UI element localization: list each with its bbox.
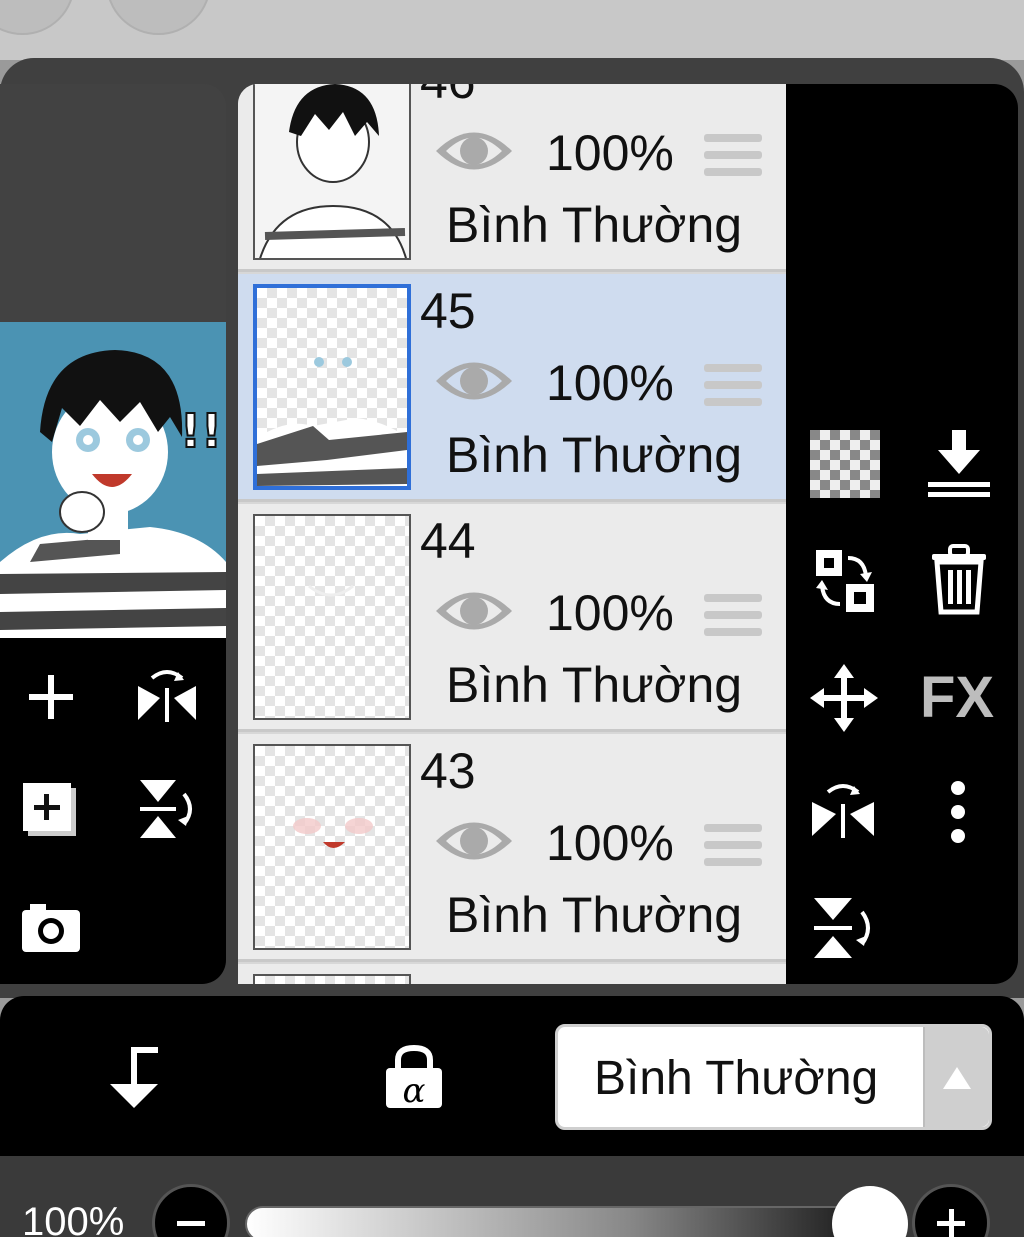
duplicate-layer-icon[interactable]	[20, 780, 82, 842]
drag-handle-icon[interactable]	[704, 824, 762, 872]
canvas-preview[interactable]: !!	[0, 322, 226, 640]
layer-opacity: 100%	[546, 125, 674, 181]
layer-blend-mode: Bình Thường	[446, 657, 743, 713]
layer-thumbnail-art	[308, 584, 354, 597]
opacity-decrease-button[interactable]	[152, 1184, 230, 1237]
layer-thumbnail-art	[257, 357, 407, 486]
move-icon[interactable]	[810, 664, 878, 732]
layer-thumbnail[interactable]	[253, 974, 411, 984]
opacity-slider-track[interactable]	[245, 1206, 885, 1237]
drag-handle-icon[interactable]	[704, 594, 762, 642]
layer-thumbnail[interactable]	[253, 284, 411, 490]
swap-layer-icon[interactable]	[812, 546, 878, 616]
layer-thumbnail[interactable]	[253, 744, 411, 950]
layer-thumbnail-art	[255, 84, 409, 258]
merge-down-icon[interactable]	[924, 428, 994, 500]
fx-icon[interactable]: FX	[920, 664, 994, 731]
blend-mode-dropdown[interactable]: Bình Thường	[555, 1024, 992, 1130]
right-toolbar	[786, 84, 1018, 984]
visibility-eye-icon[interactable]	[434, 586, 514, 636]
layer-row[interactable]: 44 100% Bình Thường	[238, 504, 786, 732]
minus-icon	[177, 1221, 205, 1226]
transparency-checker-icon[interactable]	[810, 430, 880, 498]
layer-row[interactable]: 43 100% Bình Thường	[238, 734, 786, 962]
layer-thumbnail-art	[293, 818, 373, 848]
alpha-lock-icon[interactable]: α	[384, 1044, 444, 1110]
layer-list[interactable]: 46 100% Bình Thường 45 100% Bình Thường	[238, 84, 786, 984]
top-second-button[interactable]	[106, 0, 211, 35]
layer-opacity: 100%	[546, 355, 674, 411]
drag-handle-icon[interactable]	[704, 364, 762, 412]
drag-handle-icon[interactable]	[704, 134, 762, 182]
svg-text:α: α	[403, 1071, 426, 1110]
layer-number: 46	[420, 84, 476, 110]
layer-opacity: 100%	[546, 585, 674, 641]
opacity-slider-value: 100%	[22, 1200, 125, 1237]
camera-icon[interactable]	[20, 900, 82, 954]
visibility-eye-icon[interactable]	[434, 816, 514, 866]
layer-number: 43	[420, 743, 476, 799]
layer-row[interactable]: 46 100% Bình Thường	[238, 84, 786, 272]
trash-icon[interactable]	[928, 544, 990, 616]
blend-mode-value: Bình Thường	[594, 1052, 879, 1105]
layer-thumbnail[interactable]	[253, 84, 411, 260]
layer-blend-mode: Bình Thường	[446, 427, 743, 483]
visibility-eye-icon[interactable]	[434, 356, 514, 406]
svg-text:!!: !!	[180, 404, 222, 458]
more-options-icon[interactable]	[938, 776, 978, 848]
add-layer-icon[interactable]	[22, 668, 80, 726]
flip-vertical-icon[interactable]	[134, 776, 200, 842]
flip-horizontal-icon-right[interactable]	[808, 776, 878, 846]
layer-row-partial[interactable]	[238, 964, 786, 984]
layer-blend-mode: Bình Thường	[446, 887, 743, 943]
chevron-up-icon	[943, 1067, 971, 1089]
dropdown-arrow-button[interactable]	[923, 1027, 989, 1127]
layer-number: 45	[420, 283, 476, 339]
flip-vertical-icon-right[interactable]	[808, 892, 880, 964]
flip-horizontal-icon[interactable]	[134, 664, 200, 730]
layer-number: 44	[420, 513, 476, 569]
opacity-increase-button[interactable]	[912, 1184, 990, 1237]
character-illustration: !!	[0, 322, 226, 640]
layer-opacity: 100%	[546, 815, 674, 871]
top-left-button[interactable]	[0, 0, 75, 35]
visibility-eye-icon[interactable]	[434, 126, 514, 176]
layer-thumbnail[interactable]	[253, 514, 411, 720]
clip-down-arrow-icon[interactable]	[100, 1044, 166, 1110]
plus-icon	[937, 1209, 965, 1237]
layer-blend-mode: Bình Thường	[446, 197, 743, 253]
layer-row-selected[interactable]: 45 100% Bình Thường	[238, 274, 786, 502]
left-panel-upper	[0, 84, 226, 324]
top-toolbar	[0, 0, 1024, 60]
